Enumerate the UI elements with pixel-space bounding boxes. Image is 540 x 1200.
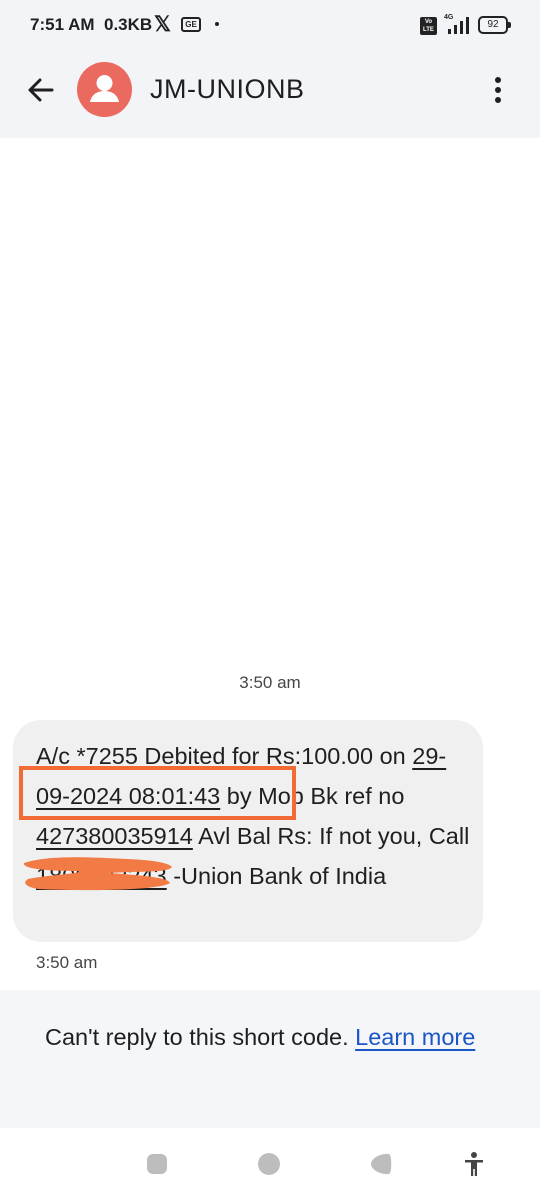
message-part: -Union Bank of India [166, 863, 387, 889]
message-part: Avl Bal Rs: [192, 823, 320, 849]
accessibility-icon[interactable] [460, 1150, 488, 1178]
redaction-mark [23, 857, 172, 891]
recents-icon[interactable] [143, 1150, 171, 1178]
x-app-icon: 𝕏 [154, 13, 171, 36]
signal-icon [448, 17, 469, 34]
volte-icon: Vo LTE [420, 17, 437, 35]
home-icon[interactable] [255, 1150, 283, 1178]
system-nav-bar [0, 1130, 540, 1200]
status-bar: 7:51 AM 0.3KB 𝕏 GE Vo LTE 4G 92 [0, 0, 540, 52]
battery-icon: 92 [478, 16, 511, 34]
learn-more-link[interactable]: Learn more [355, 1024, 475, 1050]
reply-notice-text: Can't reply to this short code. [45, 1024, 356, 1050]
data-speed: 0.3KB [104, 15, 153, 34]
conversation-timestamp: 3:50 am [239, 673, 301, 692]
highlight-box [19, 766, 296, 820]
back-arrow-icon[interactable] [22, 72, 62, 108]
notification-dot-icon [215, 22, 219, 26]
ge-app-icon: GE [181, 17, 201, 32]
app-bar: JM-UNIONB [0, 52, 540, 138]
person-icon [90, 75, 119, 102]
reply-notice: Can't reply to this short code. Learn mo… [45, 1017, 495, 1057]
back-nav-icon[interactable] [367, 1150, 395, 1178]
more-vertical-icon[interactable] [484, 74, 512, 106]
message-ref-link[interactable]: 427380035914 [36, 823, 193, 849]
contact-name[interactable]: JM-UNIONB [150, 74, 305, 105]
status-time: 7:51 AM [30, 15, 95, 34]
message-time: 3:50 am [36, 953, 98, 972]
message-part: If not you, Call [319, 823, 470, 849]
reply-notice-area [0, 990, 540, 1128]
contact-avatar[interactable] [77, 62, 132, 117]
